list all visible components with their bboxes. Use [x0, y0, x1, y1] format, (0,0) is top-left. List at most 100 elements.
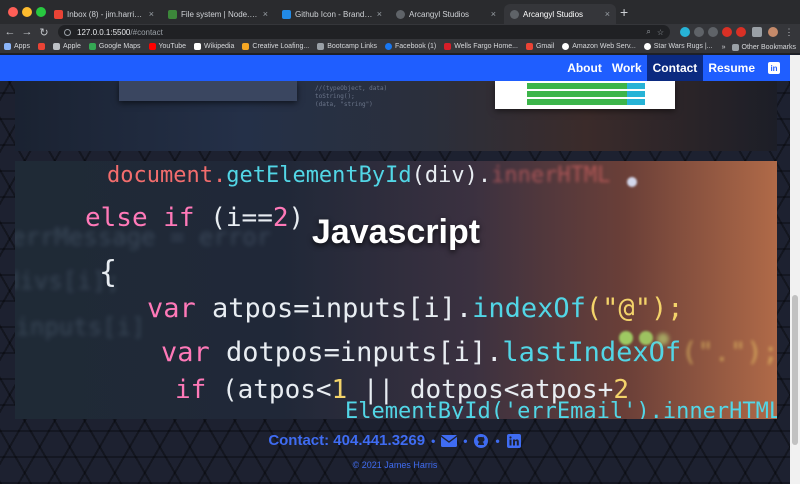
close-tab-icon[interactable]: ×: [605, 9, 610, 19]
nav-contact[interactable]: Contact: [646, 55, 704, 81]
nav-work[interactable]: Work: [607, 55, 647, 81]
code-text: indexOf: [472, 293, 586, 324]
gmail-icon: [525, 43, 533, 50]
back-icon[interactable]: ←: [3, 26, 17, 38]
bookmark-label: Facebook (1): [395, 43, 437, 50]
other-bookmarks[interactable]: Other Bookmarks: [731, 43, 796, 51]
zoom-window-icon[interactable]: [36, 7, 46, 17]
apps-icon: [4, 43, 11, 50]
code-line: document.getElementById(div).innerHTML: [107, 163, 610, 188]
scrollbar[interactable]: [790, 55, 800, 484]
envelope-icon[interactable]: [441, 434, 458, 448]
bookmark[interactable]: Wells Fargo Home...: [444, 43, 518, 50]
creative-loafing-icon: [242, 43, 250, 50]
star-icon[interactable]: ☆: [657, 28, 664, 37]
bookmark[interactable]: [37, 43, 45, 50]
code-text: ElementById('errEmail').innerHTML: [345, 399, 777, 419]
close-tab-icon[interactable]: ×: [263, 9, 268, 19]
tab-title: Arcangyl Studios: [523, 9, 584, 19]
browser-tab-active[interactable]: Arcangyl Studios ×: [504, 4, 616, 24]
minimize-window-icon[interactable]: [22, 7, 32, 17]
bookmark-label: Creative Loafing...: [252, 43, 310, 50]
bookmark[interactable]: Apps: [4, 43, 30, 50]
bokeh-light: [627, 177, 637, 187]
bookmark[interactable]: YouTube: [148, 43, 187, 50]
bokeh-light: [639, 331, 653, 345]
portfolio-card-javascript[interactable]: errMessage = error divs[i]; (inputs[i] d…: [15, 161, 777, 419]
address-url: 127.0.0.1:5500/#contact: [77, 28, 640, 37]
extension-icon[interactable]: [680, 27, 690, 37]
star-wars-rugs-icon: [643, 43, 651, 50]
bookmarks-overflow-button[interactable]: »: [722, 44, 726, 51]
portfolio-card-image[interactable]: //(typeObject, data) toString(); (data, …: [15, 81, 777, 151]
linkedin-icon[interactable]: in: [768, 62, 780, 74]
code-text: (atpos<: [221, 375, 332, 405]
bookmark-folder[interactable]: Bootcamp Links: [317, 43, 377, 50]
extension-icon[interactable]: [722, 27, 732, 37]
nav-about[interactable]: About: [562, 55, 607, 81]
card-title: Javascript: [311, 213, 481, 251]
youtube-icon: [148, 43, 156, 50]
gmail-icon: [54, 9, 63, 19]
extension-icon[interactable]: [708, 27, 718, 37]
bookmark[interactable]: Apple: [52, 43, 81, 50]
bookmark[interactable]: Star Wars Rugs |...: [643, 43, 713, 50]
close-tab-icon[interactable]: ×: [377, 9, 382, 19]
browser-tab[interactable]: Inbox (8) - jim.harris@creativ ×: [48, 4, 160, 24]
bookmark[interactable]: Gmail: [525, 43, 555, 50]
reload-icon[interactable]: ↻: [37, 26, 51, 39]
code-text: var: [147, 293, 213, 324]
bookmark-label: Gmail: [535, 43, 555, 50]
puzzle-icon[interactable]: [752, 27, 762, 37]
page-viewport: //(typeObject, data) toString(); (data, …: [0, 55, 800, 484]
globe-icon: [510, 9, 519, 19]
avatar[interactable]: [768, 27, 778, 37]
github-icon[interactable]: [473, 433, 489, 448]
bookmark[interactable]: Amazon Web Serv...: [562, 43, 636, 50]
facebook-icon: [385, 43, 393, 50]
menu-icon[interactable]: ⋮: [784, 27, 794, 37]
folder-icon: [317, 43, 325, 50]
apple-icon: [52, 43, 60, 50]
linkedin-icon[interactable]: [506, 433, 522, 448]
bookmark[interactable]: Creative Loafing...: [242, 43, 309, 50]
font-awesome-icon: [282, 9, 291, 19]
phone-link[interactable]: Contact: 404.441.3269: [268, 432, 425, 449]
url-host: 127.0.0.1:5500: [77, 27, 131, 37]
code-line: var dotpos=inputs[i].lastIndexOf(".");: [161, 337, 777, 368]
scrollbar-thumb[interactable]: [792, 295, 798, 445]
close-tab-icon[interactable]: ×: [491, 9, 496, 19]
aws-icon: [562, 43, 570, 50]
background-code: //(typeObject, data) toString(); (data, …: [315, 85, 387, 109]
separator: •: [431, 433, 436, 448]
browser-tab[interactable]: File system | Node.js v15.14.0 ×: [162, 4, 274, 24]
address-bar[interactable]: 127.0.0.1:5500/#contact ⌕ ☆: [58, 25, 670, 39]
bookmark[interactable]: Wikipedia: [194, 43, 234, 50]
code-text: (inputs[i]: [15, 313, 146, 341]
code-text: lastIndexOf: [502, 337, 682, 368]
tab-title: Inbox (8) - jim.harris@creativ: [67, 9, 145, 19]
code-text: getElementById: [226, 163, 412, 188]
browser-tab[interactable]: Github Icon - Brands | Font Aw ×: [276, 4, 388, 24]
forward-icon[interactable]: →: [20, 26, 34, 38]
nav-resume[interactable]: Resume: [703, 55, 760, 81]
code-text: (data, "string"): [315, 101, 373, 108]
code-line: ElementById('errEmail').innerHTML: [345, 399, 777, 419]
code-text: ("@");: [585, 293, 684, 324]
map-pin-icon: [88, 43, 96, 50]
new-tab-button[interactable]: +: [620, 5, 628, 19]
bookmark-label: Bootcamp Links: [327, 43, 378, 50]
code-text: (div).: [411, 163, 492, 188]
browser-tab-strip: Inbox (8) - jim.harris@creativ × File sy…: [0, 0, 800, 24]
bookmark-label: YouTube: [158, 43, 187, 50]
browser-tab[interactable]: Arcangyl Studios ×: [390, 4, 502, 24]
bookmark[interactable]: Google Maps: [88, 43, 141, 50]
close-window-icon[interactable]: [8, 7, 18, 17]
bookmark[interactable]: Facebook (1): [385, 43, 436, 50]
bookmark-label: Star Wars Rugs |...: [653, 43, 713, 50]
info-icon[interactable]: [64, 28, 71, 36]
extension-icon[interactable]: [736, 27, 746, 37]
extension-icon[interactable]: [694, 27, 704, 37]
close-tab-icon[interactable]: ×: [149, 9, 154, 19]
search-icon[interactable]: ⌕: [646, 27, 650, 37]
